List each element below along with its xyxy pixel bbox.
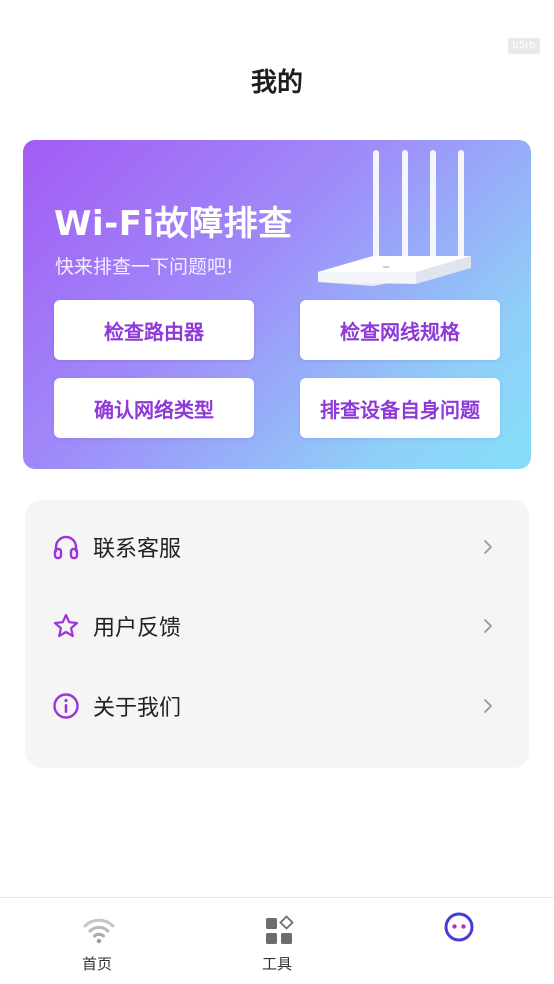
face-icon [444,912,474,942]
menu-item-label: 用户反馈 [93,616,182,641]
bottom-tab-bar: 首页 工具 [0,897,554,984]
menu-item-about-us[interactable]: 关于我们 [25,670,529,742]
router-illustration [318,150,471,286]
troubleshoot-banner: Wi-Fi故障排查 快来排查一下问题吧! 检查路由器 检查网线规格 确认网络类型… [23,140,531,469]
wifi-icon [83,918,115,944]
headphones-icon [53,535,79,560]
confirm-network-type-button[interactable]: 确认网络类型 [54,378,254,438]
check-device-button[interactable]: 排查设备自身问题 [300,378,500,438]
info-icon [53,693,79,719]
banner-title: Wi-Fi故障排查 [54,204,293,244]
check-cable-button[interactable]: 检查网线规格 [300,300,500,360]
corner-tag: b5rb [508,38,540,54]
tab-mine[interactable] [365,898,549,984]
tab-tools[interactable]: 工具 [185,898,369,984]
tab-label: 工具 [261,955,292,973]
tab-label: 首页 [81,955,112,973]
menu-item-label: 联系客服 [93,537,182,562]
menu-item-label: 关于我们 [93,696,182,721]
grid-icon [266,915,294,944]
chevron-right-icon [484,699,492,713]
star-icon [53,613,79,638]
chevron-right-icon [484,619,492,633]
menu-item-feedback[interactable]: 用户反馈 [25,590,529,662]
check-router-button[interactable]: 检查路由器 [54,300,254,360]
tab-home[interactable]: 首页 [5,898,189,984]
page-title: 我的 [250,68,303,98]
banner-subtitle: 快来排查一下问题吧! [55,256,234,278]
menu-item-customer-service[interactable]: 联系客服 [25,511,529,583]
chevron-right-icon [484,540,492,554]
settings-menu: 联系客服 用户反馈 关于我们 [25,500,529,768]
